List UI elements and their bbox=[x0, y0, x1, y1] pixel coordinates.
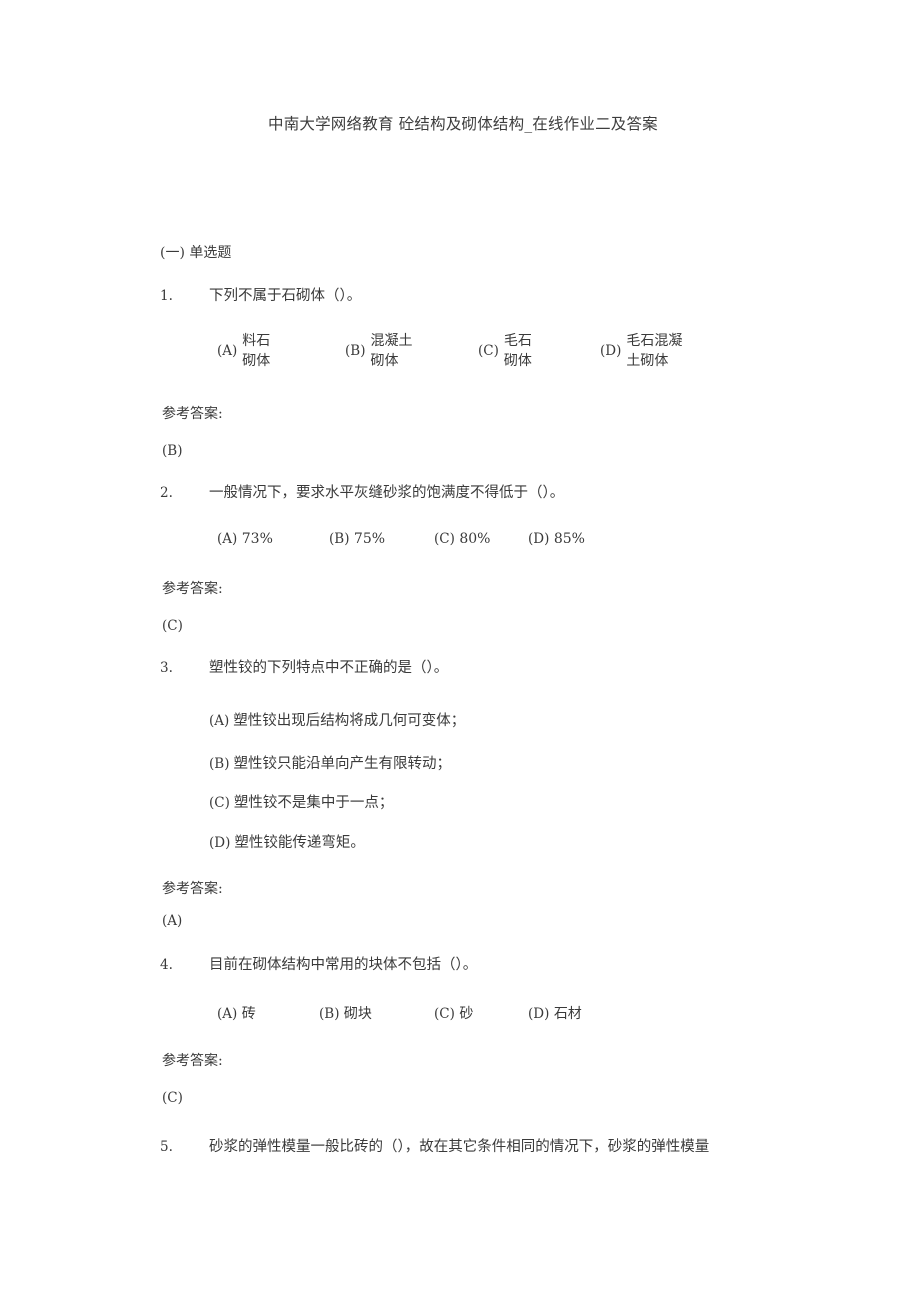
question-3: 3. 塑性铰的下列特点中不正确的是（）。 bbox=[160, 656, 448, 677]
question-1-option-b[interactable]: (B) 混凝土 砌体 bbox=[345, 331, 412, 372]
option-letter: (B) bbox=[345, 343, 366, 360]
question-4-options: (A) 砖 (B) 砌块 (C) 砂 (D) 石材 bbox=[0, 1003, 920, 1027]
question-3-option-d[interactable]: (D) 塑性铰能传递弯矩。 bbox=[209, 831, 365, 852]
question-1-options: (A) 料石 砌体 (B) 混凝土 砌体 (C) 毛石 砌体 (D) 毛石混凝 bbox=[0, 331, 920, 377]
question-4-option-d[interactable]: (D) 石材 bbox=[528, 1003, 582, 1023]
question-4-number: 4. bbox=[160, 957, 173, 973]
option-letter: (C) bbox=[434, 1006, 455, 1022]
option-letter: (D) bbox=[528, 531, 550, 547]
question-4-answer-value: (C) bbox=[162, 1090, 183, 1106]
document-page: 中南大学网络教育 砼结构及砌体结构_在线作业二及答案 (一) 单选题 1. 下列不… bbox=[0, 0, 920, 1302]
section-header-single-choice: (一) 单选题 bbox=[160, 245, 232, 261]
question-2-answer-label: 参考答案: bbox=[162, 581, 223, 597]
question-1-answer-label: 参考答案: bbox=[162, 406, 223, 422]
option-text: 塑性铰不是集中于一点； bbox=[233, 795, 394, 811]
option-letter: (D) bbox=[209, 835, 231, 851]
question-1-option-c[interactable]: (C) 毛石 砌体 bbox=[478, 331, 532, 372]
option-letter: (A) bbox=[217, 343, 238, 360]
question-4-option-a[interactable]: (A) 砖 bbox=[217, 1003, 256, 1023]
option-text-line1: 混凝土 bbox=[370, 333, 413, 349]
option-letter: (A) bbox=[209, 713, 230, 729]
option-text: 塑性铰能传递弯矩。 bbox=[234, 835, 365, 851]
question-3-number: 3. bbox=[160, 660, 173, 676]
question-1-answer-value: (B) bbox=[162, 443, 183, 459]
option-text: 塑性铰出现后结构将成几何可变体； bbox=[233, 713, 466, 729]
question-2-option-d[interactable]: (D) 85% bbox=[528, 531, 585, 547]
question-3-option-a[interactable]: (A) 塑性铰出现后结构将成几何可变体； bbox=[209, 709, 465, 730]
question-4-option-c[interactable]: (C) 砂 bbox=[434, 1003, 473, 1023]
question-2-answer-value: (C) bbox=[162, 618, 183, 634]
question-1-option-d[interactable]: (D) 毛石混凝 土砌体 bbox=[600, 331, 682, 372]
question-1-number: 1. bbox=[160, 288, 173, 304]
option-letter: (A) bbox=[217, 1006, 238, 1022]
question-3-answer-label: 参考答案: bbox=[162, 881, 223, 897]
option-letter: (C) bbox=[434, 531, 455, 547]
question-3-text: 塑性铰的下列特点中不正确的是（）。 bbox=[209, 660, 449, 676]
option-letter: (C) bbox=[209, 795, 230, 811]
option-letter: (B) bbox=[319, 1006, 340, 1022]
option-letter: (A) bbox=[217, 531, 238, 547]
question-5-text: 砂浆的弹性模量一般比砖的（），故在其它条件相同的情况下，砂浆的弹性模量 bbox=[209, 1139, 710, 1155]
option-text: 75% bbox=[353, 531, 386, 547]
question-3-answer-value: (A) bbox=[162, 913, 183, 929]
option-text-line2: 土砌体 bbox=[626, 353, 669, 370]
option-text: 塑性铰只能沿单向产生有限转动； bbox=[233, 756, 451, 772]
option-text-line1: 料石 bbox=[242, 333, 271, 349]
question-4-answer-label: 参考答案: bbox=[162, 1053, 223, 1069]
question-2-option-b[interactable]: (B) 75% bbox=[329, 531, 385, 547]
option-text: 80% bbox=[459, 531, 491, 547]
option-text: 73% bbox=[241, 531, 273, 547]
option-letter: (B) bbox=[329, 531, 350, 547]
option-letter: (B) bbox=[209, 756, 230, 772]
question-4: 4. 目前在砌体结构中常用的块体不包括（）。 bbox=[160, 953, 477, 974]
question-3-option-b[interactable]: (B) 塑性铰只能沿单向产生有限转动； bbox=[209, 752, 451, 773]
option-text: 砌块 bbox=[343, 1006, 372, 1022]
question-2-option-c[interactable]: (C) 80% bbox=[434, 531, 490, 547]
question-1-option-a[interactable]: (A) 料石 砌体 bbox=[217, 331, 270, 372]
option-text-line2: 砌体 bbox=[370, 353, 399, 370]
question-5: 5. 砂浆的弹性模量一般比砖的（），故在其它条件相同的情况下，砂浆的弹性模量 bbox=[160, 1135, 709, 1156]
question-5-number: 5. bbox=[160, 1139, 173, 1155]
page-title: 中南大学网络教育 砼结构及砌体结构_在线作业二及答案 bbox=[268, 115, 658, 133]
question-2: 2. 一般情况下，要求水平灰缝砂浆的饱满度不得低于（）。 bbox=[160, 481, 564, 502]
option-text: 石材 bbox=[553, 1006, 582, 1022]
question-2-number: 2. bbox=[160, 485, 173, 501]
question-3-option-c[interactable]: (C) 塑性铰不是集中于一点； bbox=[209, 791, 393, 812]
question-1-text: 下列不属于石砌体（）。 bbox=[209, 288, 362, 304]
option-text: 砂 bbox=[459, 1006, 474, 1022]
option-text-line2: 砌体 bbox=[242, 353, 271, 370]
option-letter: (D) bbox=[600, 343, 622, 360]
question-4-option-b[interactable]: (B) 砌块 bbox=[319, 1003, 372, 1023]
option-text: 砖 bbox=[241, 1006, 256, 1022]
question-4-text: 目前在砌体结构中常用的块体不包括（）。 bbox=[209, 957, 478, 973]
option-text: 85% bbox=[553, 531, 585, 547]
question-2-option-a[interactable]: (A) 73% bbox=[217, 531, 273, 547]
option-letter: (D) bbox=[528, 1006, 550, 1022]
option-text-line1: 毛石混凝 bbox=[626, 333, 683, 349]
option-letter: (C) bbox=[478, 343, 499, 360]
question-2-text: 一般情况下，要求水平灰缝砂浆的饱满度不得低于（）。 bbox=[209, 485, 565, 501]
option-text-line1: 毛石 bbox=[503, 333, 532, 349]
option-text-line2: 砌体 bbox=[503, 353, 532, 370]
question-2-options: (A) 73% (B) 75% (C) 80% (D) 85% bbox=[0, 531, 920, 555]
question-1: 1. 下列不属于石砌体（）。 bbox=[160, 284, 361, 305]
